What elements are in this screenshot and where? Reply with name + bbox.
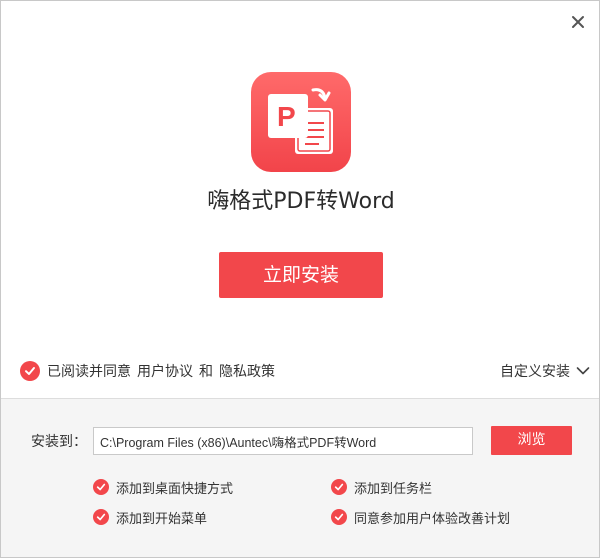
option-ux-program[interactable]: 同意参加用户体验改善计划	[331, 507, 510, 527]
install-path-input[interactable]	[93, 427, 473, 455]
checkmark-icon	[334, 483, 344, 491]
chevron-down-icon	[576, 367, 590, 375]
logo-letter: P	[277, 101, 296, 132]
option-checkbox[interactable]	[93, 509, 109, 525]
pdf-to-word-icon: P	[268, 88, 333, 154]
checkmark-icon	[25, 367, 35, 375]
checkmark-icon	[334, 513, 344, 521]
option-checkbox[interactable]	[93, 479, 109, 495]
agreement-checkbox[interactable]	[20, 361, 40, 381]
agreement-and: 和	[199, 364, 213, 380]
installer-window: P 嗨格式PDF转Word 立即安装 已阅读并同意 用户协议 和 隐私政策 自定…	[0, 0, 600, 558]
option-label: 添加到任务栏	[354, 481, 433, 497]
app-logo: P	[251, 72, 351, 172]
custom-install-panel: 安装到： 浏览 添加到桌面快捷方式 添加到任务栏	[1, 398, 599, 557]
option-label: 同意参加用户体验改善计划	[354, 511, 511, 527]
custom-install-toggle[interactable]: 自定义安装	[500, 360, 590, 382]
close-button[interactable]	[567, 11, 589, 33]
option-taskbar[interactable]: 添加到任务栏	[331, 477, 432, 497]
option-checkbox[interactable]	[331, 509, 347, 525]
browse-button[interactable]: 浏览	[491, 426, 572, 455]
app-title: 嗨格式PDF转Word	[207, 189, 395, 214]
install-path-label: 安装到：	[31, 434, 87, 450]
option-label: 添加到桌面快捷方式	[116, 481, 234, 497]
install-now-button[interactable]: 立即安装	[219, 252, 383, 298]
option-start-menu[interactable]: 添加到开始菜单	[93, 507, 207, 527]
option-label: 添加到开始菜单	[116, 511, 208, 527]
option-checkbox[interactable]	[331, 479, 347, 495]
custom-install-label: 自定义安装	[500, 364, 570, 380]
close-icon	[572, 16, 584, 28]
agreement-prefix: 已阅读并同意	[47, 364, 131, 380]
agreement-row: 已阅读并同意 用户协议 和 隐私政策	[20, 360, 275, 382]
privacy-policy-link[interactable]: 隐私政策	[219, 361, 275, 381]
option-desktop-shortcut[interactable]: 添加到桌面快捷方式	[93, 477, 233, 497]
checkmark-icon	[96, 483, 106, 491]
user-agreement-link[interactable]: 用户协议	[137, 361, 193, 381]
checkmark-icon	[96, 513, 106, 521]
